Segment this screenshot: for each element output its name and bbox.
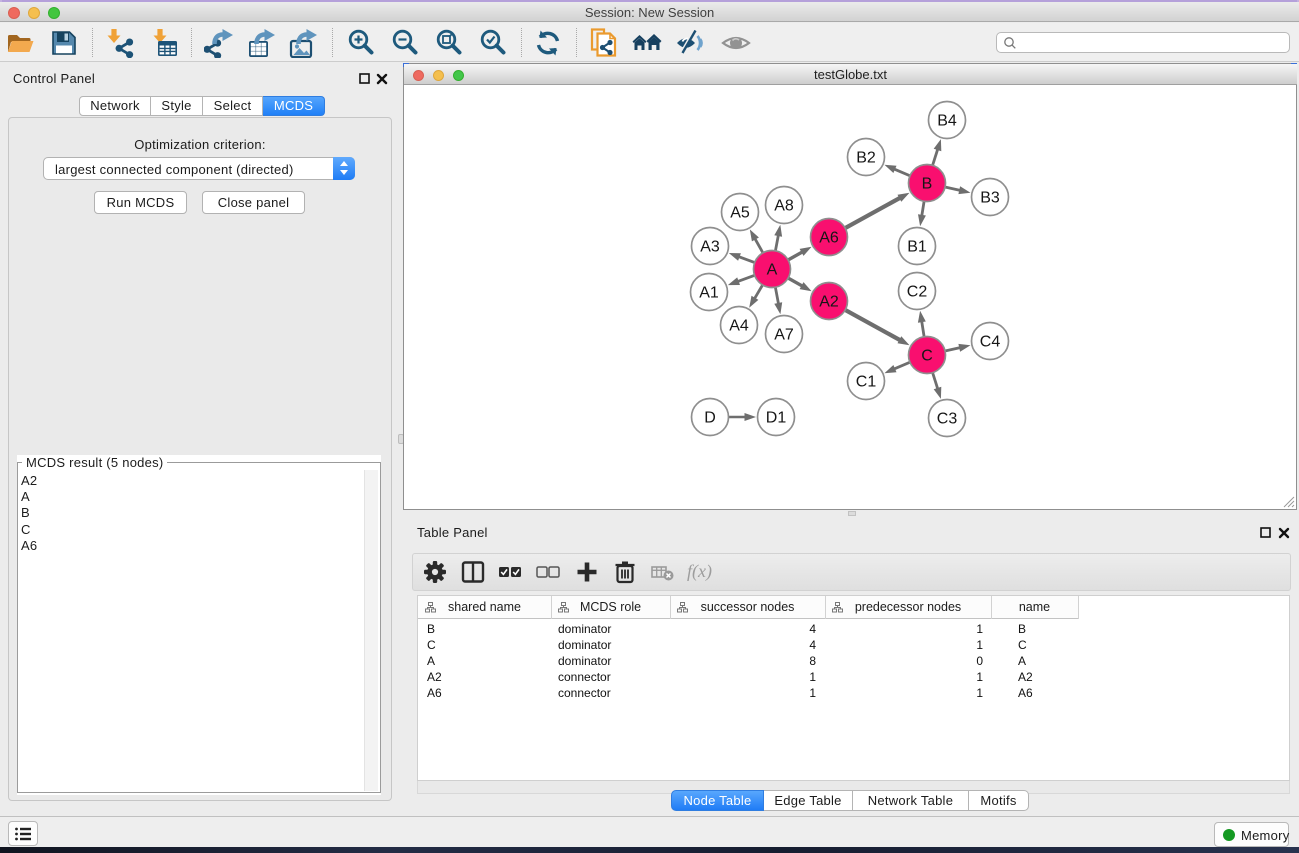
svg-text:A7: A7 [774, 327, 794, 344]
svg-text:B: B [922, 176, 933, 193]
svg-text:C2: C2 [907, 284, 928, 301]
svg-text:D: D [704, 410, 716, 427]
svg-text:A3: A3 [700, 239, 720, 256]
svg-text:C3: C3 [937, 411, 958, 428]
svg-text:B4: B4 [937, 113, 957, 130]
svg-text:D1: D1 [766, 410, 787, 427]
svg-text:C: C [921, 348, 933, 365]
svg-text:B1: B1 [907, 239, 927, 256]
svg-text:A4: A4 [729, 318, 749, 335]
svg-text:C4: C4 [980, 334, 1001, 351]
svg-text:B2: B2 [856, 150, 876, 167]
svg-text:A5: A5 [730, 205, 750, 222]
svg-text:C1: C1 [856, 374, 877, 391]
svg-text:A: A [767, 262, 778, 279]
svg-text:A1: A1 [699, 285, 719, 302]
svg-text:A2: A2 [819, 294, 839, 311]
svg-text:B3: B3 [980, 190, 1000, 207]
svg-text:A8: A8 [774, 198, 794, 215]
svg-text:A6: A6 [819, 230, 839, 247]
